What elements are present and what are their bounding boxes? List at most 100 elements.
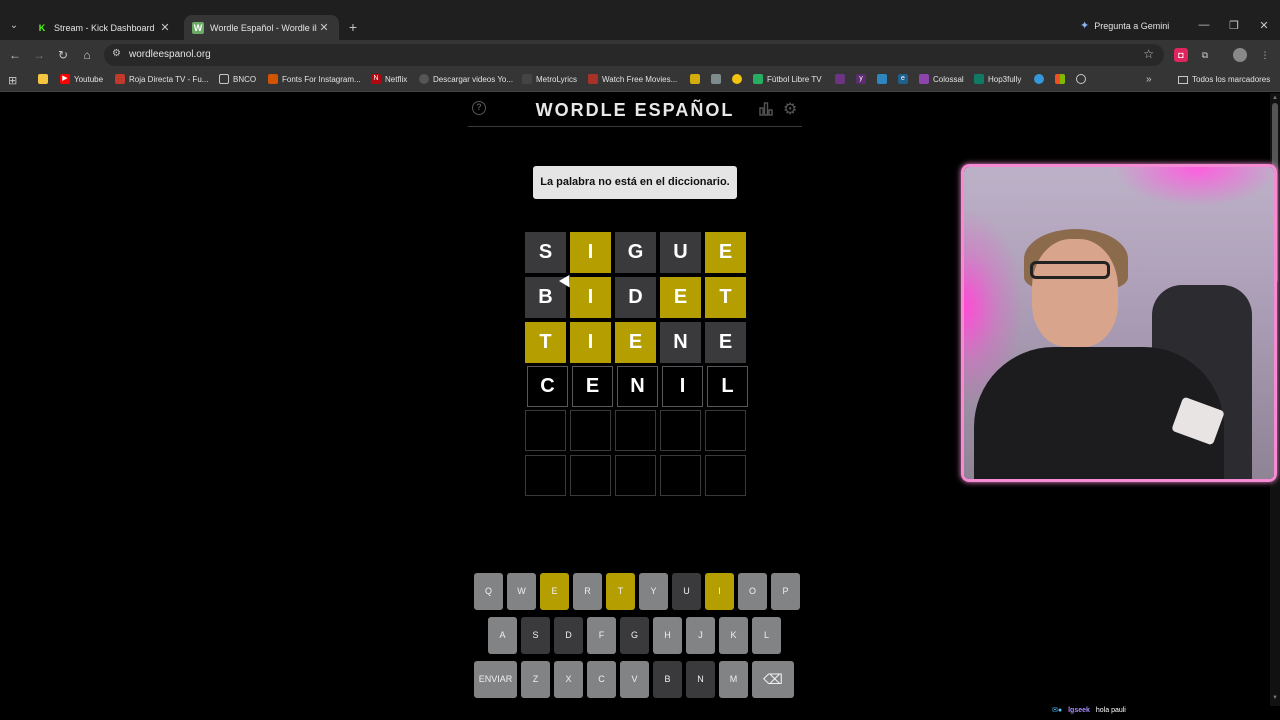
forward-arrow-icon[interactable]: → [31,47,47,63]
key-e[interactable]: E [540,573,569,610]
bookmark-icon-only[interactable] [690,74,700,84]
key-g[interactable]: G [620,617,649,654]
hop3fully-icon [974,74,984,84]
bookmark-icon-only[interactable] [711,74,721,84]
key-s[interactable]: S [521,617,550,654]
bookmark-item[interactable]: Hop3fully [974,74,1021,84]
site-info-icon[interactable]: ⚙ [112,48,121,59]
chat-badge-icon: ✉● [1052,707,1063,714]
globe-icon [1076,74,1086,84]
bookmark-item[interactable]: BNCO [219,74,256,84]
bookmark-item[interactable]: N Netflix [371,74,407,84]
key-r[interactable]: R [573,573,602,610]
bookmark-item[interactable]: Descargar videos Yo... [419,74,513,84]
key-d[interactable]: D [554,617,583,654]
youtube-icon: ▶ [60,74,70,84]
key-o[interactable]: O [738,573,767,610]
bookmark-item[interactable]: ▶ Youtube [60,74,103,84]
board-tile [525,455,566,496]
extensions-puzzle-icon[interactable]: ⧉ [1198,48,1212,62]
key-q[interactable]: Q [474,573,503,610]
menu-kebab-icon[interactable]: ⋮ [1258,48,1272,62]
key-u[interactable]: U [672,573,701,610]
key-f[interactable]: F [587,617,616,654]
bookmark-item[interactable]: Watch Free Movies... [588,74,677,84]
backspace-icon[interactable]: ⌫ [752,661,794,698]
enter-key[interactable]: ENVIAR [474,661,517,698]
key-m[interactable]: M [719,661,748,698]
roja-icon [115,74,125,84]
board-tile: E [572,366,613,407]
close-icon[interactable]: ✕ [158,21,172,34]
bookmark-icon-only[interactable] [877,74,887,84]
key-b[interactable]: B [653,661,682,698]
gear-icon[interactable]: ⚙ [783,99,797,119]
key-z[interactable]: Z [521,661,550,698]
apps-grid-icon[interactable]: ⊞ [8,74,17,87]
bookmark-icon-only[interactable]: e [898,74,908,84]
bookmark-icon-only[interactable] [732,74,742,84]
bookmark-icon-only[interactable] [835,74,845,84]
board-tile: E [615,322,656,363]
scroll-up-icon[interactable]: ▲ [1272,95,1278,101]
bookmark-item[interactable]: MetroLyrics [522,74,577,84]
bookmark-star-icon[interactable]: ☆ [1143,47,1154,61]
reload-icon[interactable]: ↻ [55,47,71,63]
bookmark-item[interactable]: Fútbol Libre TV [753,74,822,84]
stats-chart-icon[interactable] [759,102,773,116]
home-icon[interactable]: ⌂ [79,47,95,63]
scroll-down-icon[interactable]: ▼ [1272,695,1278,701]
window-close-icon[interactable]: ✕ [1256,19,1272,32]
tab-search-chevron-icon[interactable]: ⌄ [6,18,22,34]
folder-icon [219,74,229,84]
bookmark-icon-only[interactable] [1055,74,1065,84]
key-t[interactable]: T [606,573,635,610]
key-w[interactable]: W [507,573,536,610]
gemini-button[interactable]: ✦ Pregunta a Gemini [1080,19,1169,32]
bookmark-item[interactable]: Roja Directa TV - Fu... [115,74,208,84]
metrolyrics-icon [522,74,532,84]
movies-icon [588,74,598,84]
key-l[interactable]: L [752,617,781,654]
fonts-icon [268,74,278,84]
bookmark-label: BNCO [233,74,257,84]
key-a[interactable]: A [488,617,517,654]
bookmark-item[interactable]: Fonts For Instagram... [268,74,361,84]
page-title: WORDLE ESPAÑOL [535,100,735,120]
key-n[interactable]: N [686,661,715,698]
key-k[interactable]: K [719,617,748,654]
yahoo-icon: y [856,74,866,84]
key-c[interactable]: C [587,661,616,698]
board-tile [615,455,656,496]
extension-icon[interactable]: ◘ [1174,48,1188,62]
minimize-icon[interactable]: — [1196,19,1212,31]
folder-icon [1178,75,1188,84]
bookmark-icon-only[interactable] [1076,74,1086,84]
key-j[interactable]: J [686,617,715,654]
tab-kick-dashboard[interactable]: K Stream - Kick Dashboard ✕ [28,15,180,40]
key-i[interactable]: I [705,573,734,610]
new-tab-plus-icon[interactable]: + [345,19,361,35]
board-tile: U [660,232,701,273]
bookmark-item[interactable]: Colossal [919,74,964,84]
bookmark-icon-only[interactable]: y [856,74,866,84]
board-tile: E [660,277,701,318]
bookmark-emoji[interactable] [38,74,48,84]
key-y[interactable]: Y [639,573,668,610]
bookmark-icon-only[interactable] [1034,74,1044,84]
board-tile: I [570,322,611,363]
profile-avatar[interactable] [1233,48,1247,62]
key-p[interactable]: P [771,573,800,610]
close-icon[interactable]: ✕ [317,21,331,34]
back-arrow-icon[interactable]: ← [7,47,23,63]
key-x[interactable]: X [554,661,583,698]
all-bookmarks[interactable]: Todos los marcadores [1178,75,1270,84]
key-v[interactable]: V [620,661,649,698]
site-icon [690,74,700,84]
restore-icon[interactable]: ❐ [1226,19,1242,32]
not-in-dictionary-toast: La palabra no está en el diccionario. [533,166,737,199]
tab-wordle[interactable]: W Wordle Español - Wordle ilimitado ✕ [184,15,339,40]
address-bar[interactable]: ⚙ wordleespanol.org ☆ [104,44,1164,66]
key-h[interactable]: H [653,617,682,654]
chevron-more-icon[interactable]: » [1146,74,1152,85]
